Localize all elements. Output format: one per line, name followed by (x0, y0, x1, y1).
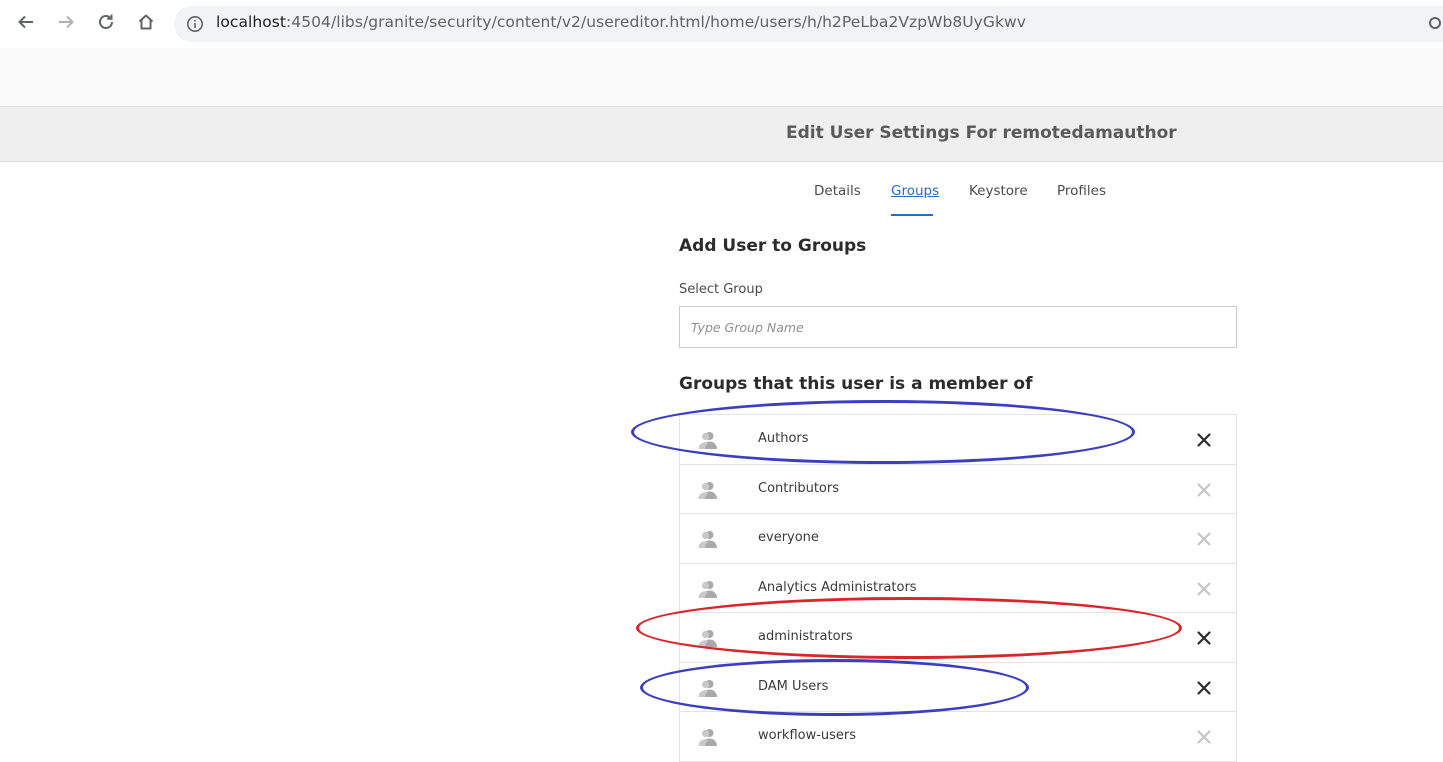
group-name: Analytics Administrators (758, 579, 917, 595)
group-name: everyone (758, 530, 819, 545)
member-group-list: Authors Contributors everyone Analytics Adm… (679, 414, 1237, 762)
tab-list: Details Groups Keystore Profiles (0, 183, 1443, 219)
close-icon (1197, 433, 1211, 447)
url-text: localhost:4504/libs/granite/security/con… (216, 13, 1026, 31)
reload-button[interactable] (92, 8, 120, 36)
url-path: :4504/libs/granite/security/content/v2/u… (286, 13, 1026, 31)
user-group-icon (697, 678, 719, 698)
app-shell-bar (0, 48, 1443, 107)
close-icon (1197, 532, 1211, 546)
remove-group-button[interactable] (1195, 629, 1213, 647)
group-row: everyone (680, 514, 1236, 564)
select-group-label: Select Group (679, 282, 763, 297)
close-icon (1197, 581, 1211, 596)
home-icon (138, 14, 154, 30)
tab-groups[interactable]: Groups (891, 183, 939, 199)
browser-toolbar: localhost:4504/libs/granite/security/con… (0, 0, 1443, 48)
user-group-icon (697, 579, 719, 599)
title-bar: Edit User Settings For remotedamauthor (0, 107, 1443, 162)
user-group-icon (697, 529, 719, 549)
member-groups-heading: Groups that this user is a member of (679, 374, 1033, 394)
close-icon (1197, 680, 1211, 695)
close-icon (1197, 631, 1211, 645)
tab-profiles[interactable]: Profiles (1057, 183, 1106, 199)
user-group-icon (697, 727, 719, 747)
group-name: Authors (758, 431, 809, 446)
remove-group-button[interactable] (1195, 679, 1213, 697)
home-button[interactable] (132, 8, 160, 36)
group-row: administrators (680, 613, 1236, 663)
back-button[interactable] (12, 8, 40, 36)
user-group-icon (697, 480, 719, 500)
arrow-left-icon (18, 15, 33, 29)
active-tab-indicator (891, 214, 933, 216)
group-row: Contributors (680, 465, 1236, 514)
tab-keystore[interactable]: Keystore (969, 183, 1028, 199)
extension-icon[interactable] (1429, 17, 1441, 29)
page-title: Edit User Settings For remotedamauthor (786, 123, 1177, 143)
remove-group-button (1195, 530, 1213, 548)
info-icon[interactable] (186, 15, 204, 33)
url-host: localhost (216, 13, 287, 31)
address-bar[interactable]: localhost:4504/libs/granite/security/con… (174, 6, 1443, 42)
user-group-icon (697, 430, 719, 450)
close-icon (1197, 482, 1211, 497)
group-row: Analytics Administrators (680, 564, 1236, 613)
add-groups-heading: Add User to Groups (679, 236, 867, 256)
remove-group-button (1195, 728, 1213, 746)
reload-icon (99, 14, 113, 29)
group-search-input[interactable] (679, 306, 1237, 348)
group-row: Authors (680, 415, 1236, 465)
user-group-icon (697, 628, 719, 648)
remove-group-button (1195, 580, 1213, 598)
group-name: Contributors (758, 480, 839, 496)
group-name: DAM Users (758, 678, 829, 694)
remove-group-button (1195, 481, 1213, 499)
forward-button[interactable] (52, 8, 80, 36)
group-name: administrators (758, 629, 853, 644)
remove-group-button[interactable] (1195, 431, 1213, 449)
group-row: DAM Users (680, 663, 1236, 712)
tab-details[interactable]: Details (814, 183, 861, 199)
arrow-right-icon (59, 15, 74, 29)
group-row: workflow-users (680, 712, 1236, 762)
close-icon (1197, 730, 1211, 744)
